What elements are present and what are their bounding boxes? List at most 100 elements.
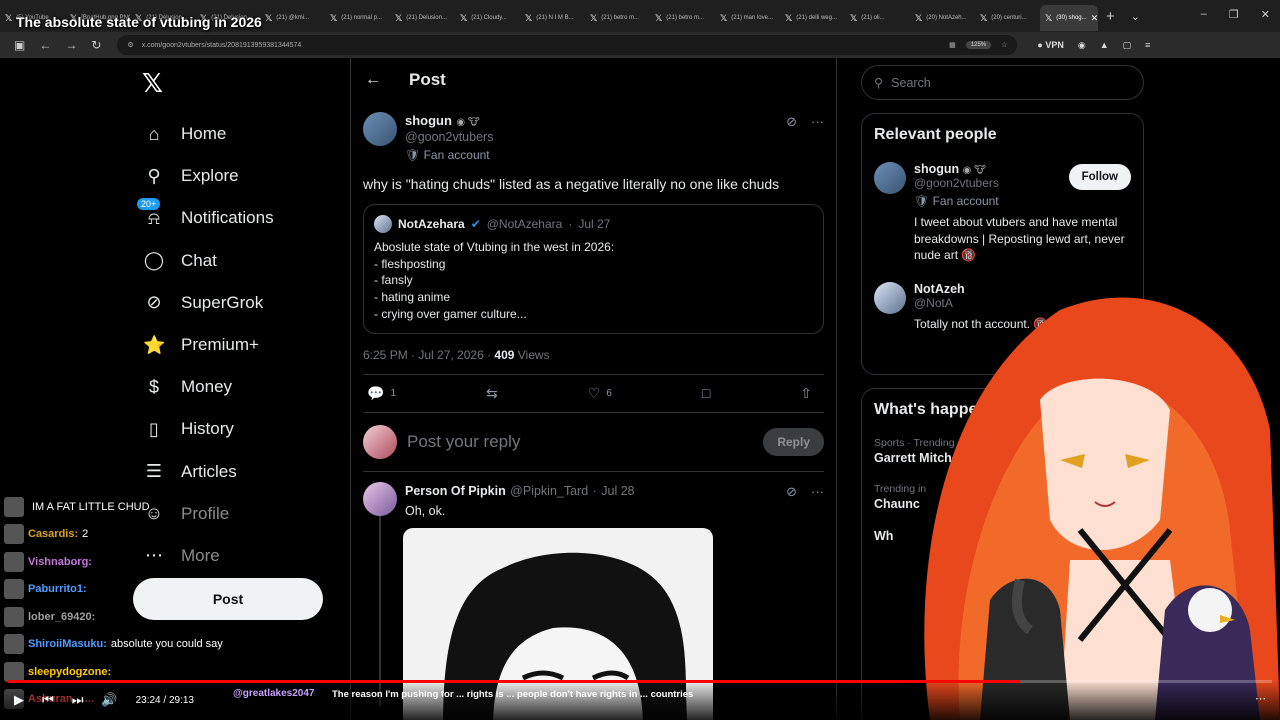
bookmark-icon: ▯	[149, 418, 159, 439]
stream-title: The absolute state of vtubing in 2026	[16, 14, 262, 30]
site-info-icon[interactable]: ⚙	[127, 41, 133, 49]
nav-item-articles[interactable]: ☰ Articles	[143, 451, 274, 493]
new-tab-icon[interactable]: +	[1106, 8, 1115, 25]
sidebar-toggle-icon[interactable]: ▣	[14, 38, 25, 52]
avatar[interactable]	[363, 112, 397, 146]
browser-tab[interactable]: 𝕏 (21) oli...	[845, 5, 910, 31]
grok-icon[interactable]: ⊘	[786, 484, 797, 500]
settings-icon[interactable]: ⋯	[1255, 692, 1266, 705]
back-icon[interactable]: ←	[39, 38, 51, 52]
person-card[interactable]: shogun ◉ 🐮 @goon2vtubers 🛡 Fan account I…	[874, 162, 1131, 264]
reply-button[interactable]: Reply	[763, 427, 824, 456]
author-handle[interactable]: @goon2vtubers	[405, 130, 493, 144]
next-icon[interactable]: ⏭	[72, 692, 84, 708]
chat-icon: ◯	[143, 250, 165, 271]
x-favicon-icon: 𝕏	[5, 12, 13, 23]
reply-text: Oh, ok.	[405, 503, 446, 518]
x-favicon-icon: 𝕏	[655, 12, 663, 23]
zoom-level[interactable]: 125%	[965, 41, 992, 49]
previous-icon[interactable]: ⏮	[42, 692, 54, 708]
nav-item-premium[interactable]: ⭐ Premium+	[143, 324, 274, 366]
extensions-icon[interactable]: ▲	[1100, 40, 1109, 50]
browser-tab[interactable]: 𝕏 (21) delli weg...	[780, 5, 845, 31]
nav-item-explore[interactable]: ⚲ Explore	[143, 155, 274, 197]
x-logo[interactable]: 𝕏	[142, 68, 163, 99]
nav-item-supergrok[interactable]: ⊘ SuperGrok	[143, 282, 274, 324]
chat-username[interactable]: Casardis:	[28, 528, 78, 540]
reply-author-name[interactable]: Person Of Pipkin	[405, 484, 506, 498]
shield-icon[interactable]: ◉	[1078, 40, 1086, 51]
browser-tab[interactable]: 𝕏 (21) @kmi...	[260, 5, 325, 31]
search-input[interactable]: ⚲ Search	[861, 65, 1144, 100]
verified-icon: ✔	[470, 217, 481, 231]
browser-tab[interactable]: 𝕏 (21) Delusion...	[390, 5, 455, 31]
quote-line: Aboslute state of Vtubing in the west in…	[374, 240, 615, 254]
nav-item-history[interactable]: ▯ History	[143, 408, 274, 450]
x-favicon-icon: 𝕏	[395, 12, 403, 23]
nav-item-chat[interactable]: ◯ Chat	[143, 240, 274, 282]
nav-item-notifications[interactable]: ⍾ 20+ Notifications	[137, 197, 274, 239]
bookmark-star-icon[interactable]: ☆	[1001, 41, 1007, 49]
grok-icon[interactable]: ⊘	[786, 114, 797, 130]
x-favicon-icon: 𝕏	[460, 12, 468, 23]
chat-badge-icon	[4, 496, 24, 517]
share-action[interactable]: ⇧	[800, 385, 812, 402]
quote-handle: @NotAzehara	[486, 217, 563, 231]
progress-bar[interactable]	[8, 680, 1272, 683]
browser-tab[interactable]: 𝕏 (20) NotAzeh...	[910, 5, 975, 31]
browser-tab[interactable]: 𝕏 (21) normal p...	[325, 5, 390, 31]
nav-item-home[interactable]: ⌂ Home	[143, 113, 274, 155]
browser-tab[interactable]: 𝕏 (20) centuri...	[975, 5, 1040, 31]
browser-tab[interactable]: 𝕏 (21) betro m...	[585, 5, 650, 31]
search-icon: ⚲	[147, 165, 161, 186]
url-field[interactable]: ⚙ x.com/goon2vtubers/status/208191395938…	[117, 35, 1018, 55]
back-arrow-icon[interactable]: ←	[365, 71, 381, 89]
person-bio: I tweet about vtubers and have mental br…	[914, 215, 1125, 262]
share-icon: ⇧	[800, 384, 812, 401]
close-icon[interactable]: ✕	[1261, 8, 1270, 21]
browser-tab[interactable]: 𝕏 (21) betro m...	[650, 5, 715, 31]
more-options-icon[interactable]: ···	[811, 114, 824, 130]
like-action[interactable]: ♡ 6	[588, 385, 612, 402]
chat-badge-icon	[4, 634, 24, 655]
reply-avatar[interactable]	[363, 481, 397, 516]
forward-icon[interactable]: →	[65, 38, 77, 52]
author-name[interactable]: shogun	[405, 113, 452, 128]
browser-tab[interactable]: 𝕏 (21) Cloudy...	[455, 5, 520, 31]
browser-tab[interactable]: 𝕏 (21) man love...	[715, 5, 780, 31]
chat-username[interactable]: Paburrito1:	[28, 583, 87, 595]
volume-icon[interactable]: 🔊	[101, 692, 117, 708]
post-text: why is "hating chuds" listed as a negati…	[363, 176, 780, 192]
x-favicon-icon: 𝕏	[590, 12, 598, 23]
fan-account-note: 🛡 Fan account	[405, 148, 490, 162]
browser-tab[interactable]: 𝕏 (30) shog... ✕	[1040, 5, 1098, 31]
repost-action[interactable]: ⇆	[486, 385, 498, 402]
more-options-icon[interactable]: ···	[811, 484, 824, 500]
chat-username[interactable]: ShiroiiMasuku:	[28, 638, 107, 650]
play-icon[interactable]: ▶	[14, 692, 24, 708]
reader-icon[interactable]: ▦	[949, 41, 956, 49]
search-icon: ⚲	[874, 76, 884, 90]
browser-tab[interactable]: 𝕏 (21) N I M B...	[520, 5, 585, 31]
vpn-button[interactable]: ● VPN	[1037, 40, 1063, 50]
nav-item-money[interactable]: $ Money	[143, 366, 274, 408]
restore-icon[interactable]: ❐	[1229, 8, 1239, 21]
reply-action[interactable]: 💬 1	[367, 385, 396, 402]
follow-button[interactable]: Follow	[1068, 164, 1131, 190]
bookmark-action[interactable]: □	[702, 385, 710, 402]
tab-list-icon[interactable]: ⌄	[1131, 10, 1140, 23]
minimize-icon[interactable]: –	[1201, 8, 1207, 21]
reply-handle[interactable]: @Pipkin_Tard	[510, 484, 588, 498]
post-meta: 6:25 PM · Jul 27, 2026 · 409 Views	[363, 348, 824, 375]
reply-input[interactable]: Post your reply	[407, 432, 753, 452]
chat-username[interactable]: sleepydogzone:	[28, 666, 111, 678]
reload-icon[interactable]: ↻	[91, 38, 101, 52]
repost-icon: ⇆	[485, 384, 498, 401]
chat-username[interactable]: Vishnaborg:	[28, 556, 92, 568]
close-tab-icon[interactable]: ✕	[1091, 13, 1098, 24]
split-icon[interactable]: ▢	[1123, 40, 1132, 51]
quoted-post[interactable]: NotAzehara ✔ @NotAzehara · Jul 27 Aboslu…	[363, 204, 824, 334]
quote-line: - crying over gamer culture...	[374, 306, 527, 321]
menu-icon[interactable]: ≡	[1145, 40, 1150, 50]
chat-username[interactable]: lober_69420:	[28, 611, 95, 623]
